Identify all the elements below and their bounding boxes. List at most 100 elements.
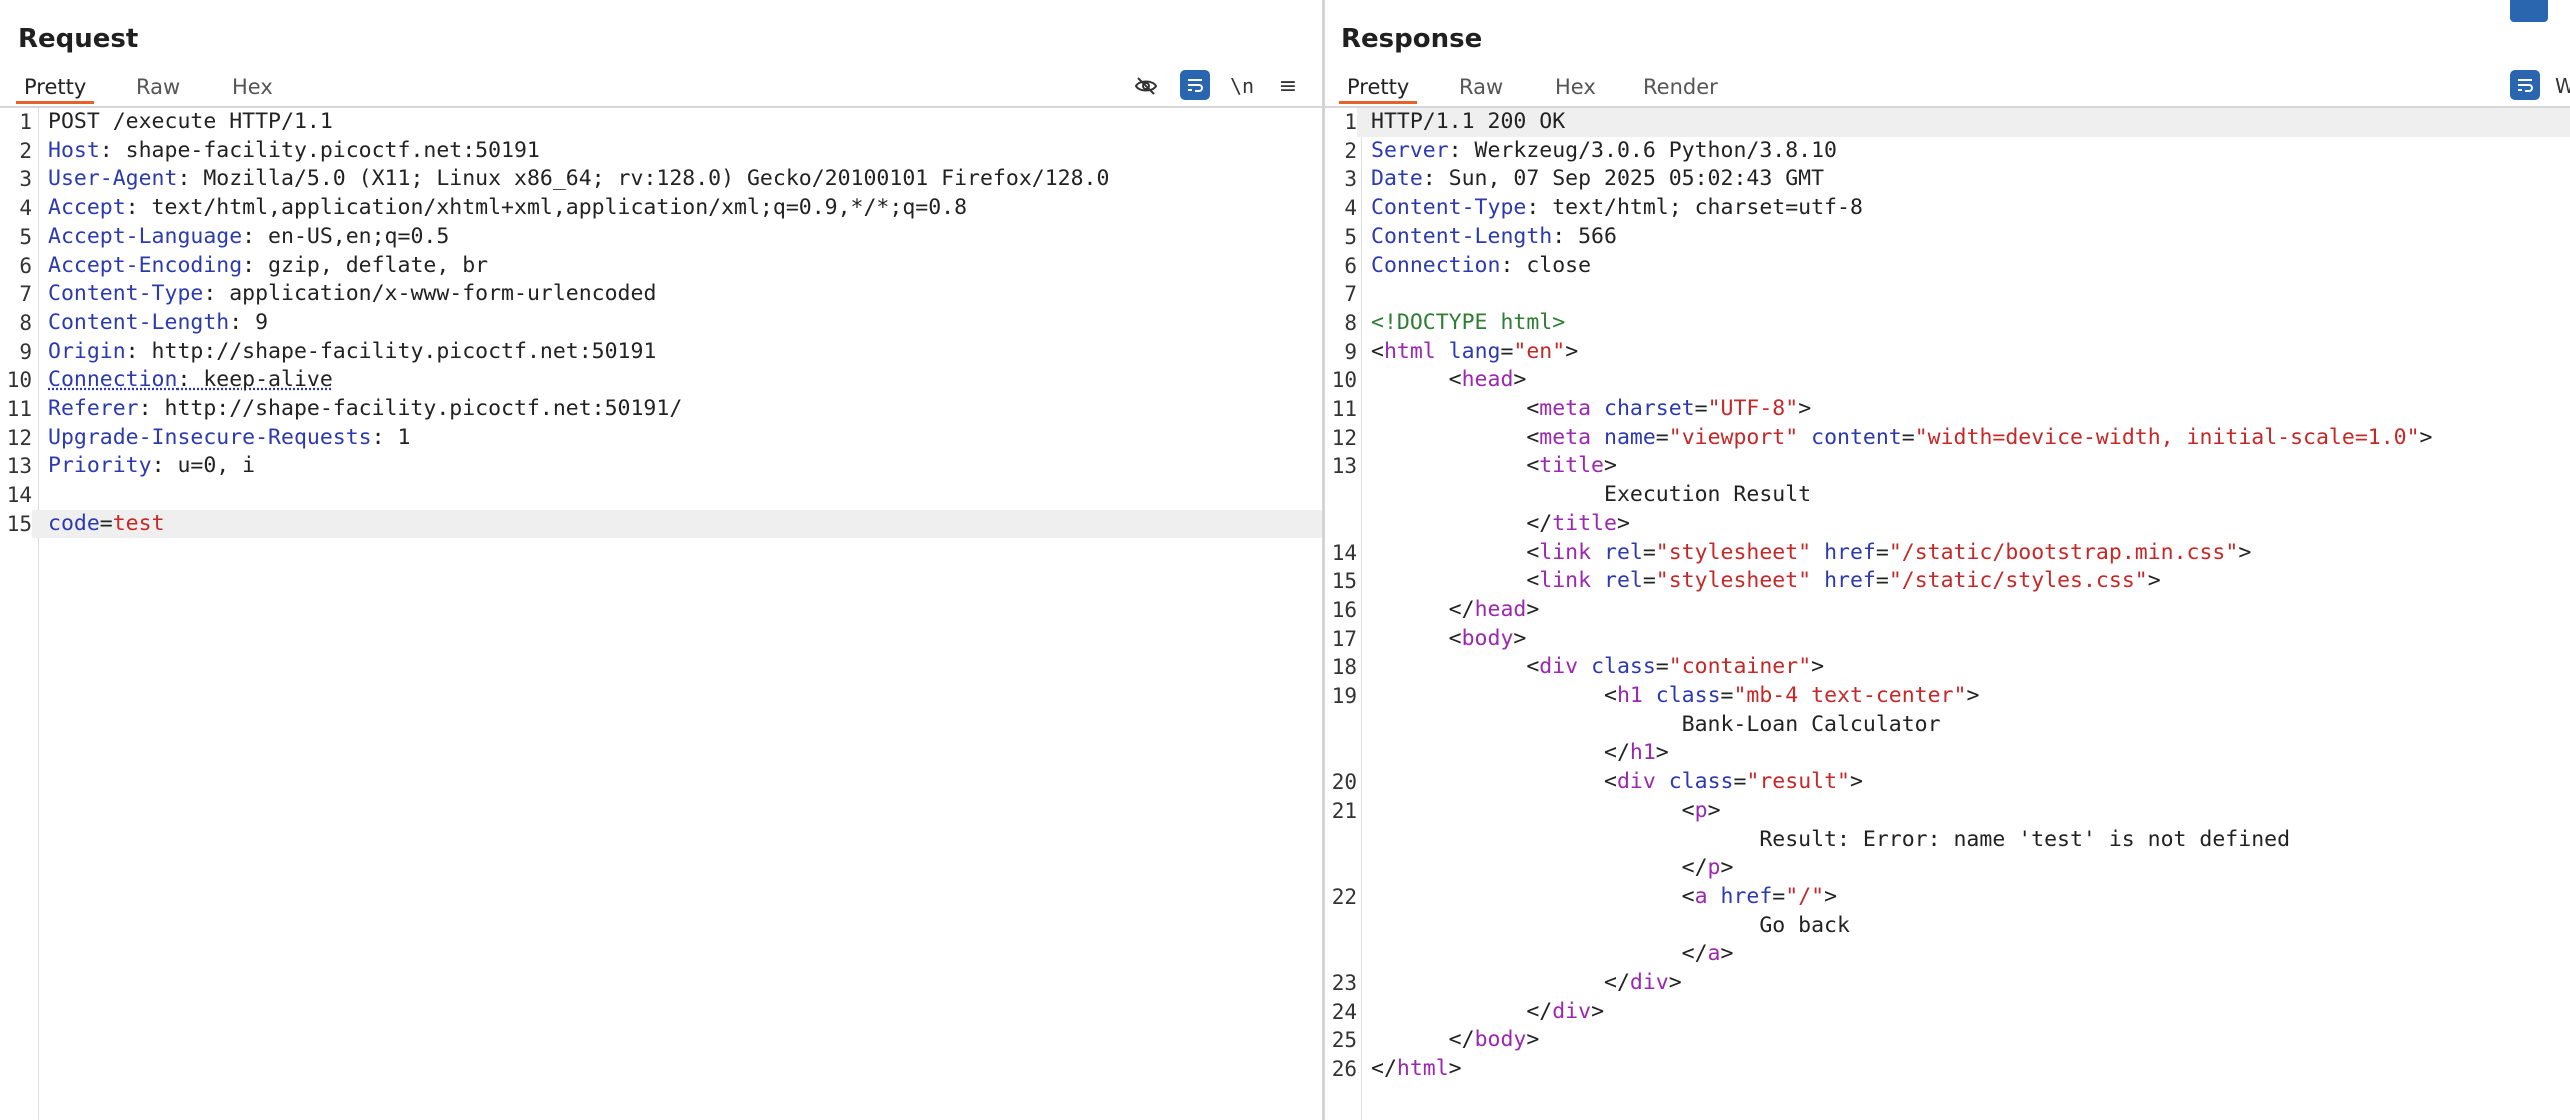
line-number: 11: [1331, 397, 1357, 421]
code-token: <: [1371, 683, 1617, 708]
code-token: </: [1371, 970, 1630, 995]
code-token: html: [1396, 1056, 1449, 1082]
line-content: Go back: [1371, 912, 1850, 941]
line-number: 21: [1331, 798, 1357, 823]
menu-icon[interactable]: ≡: [1272, 70, 1304, 102]
tab-hex[interactable]: Hex: [224, 70, 281, 104]
clipped-toolbar-label[interactable]: W: [2555, 70, 2570, 102]
code-token: div: [1552, 998, 1592, 1024]
line-content: POST /execute HTTP/1.1: [48, 108, 333, 137]
code-line: 9 <html lang="en">: [1325, 338, 2570, 367]
code-token: : en-US,en;q=0.5: [242, 223, 450, 249]
code-token: lang: [1435, 338, 1501, 364]
code-line: 13 Priority: u=0, i: [0, 452, 1322, 481]
code-line: 4 Accept: text/html,application/xhtml+xml…: [0, 194, 1322, 223]
response-title: Response: [1341, 24, 1483, 54]
layout-toggle-icon[interactable]: [2510, 0, 2548, 22]
request-title: Request: [18, 24, 139, 54]
code-line: 8 Content-Length: 9: [0, 309, 1322, 338]
code-line: Bank-Loan Calculator: [1325, 711, 2570, 740]
code-token: head: [1474, 596, 1527, 622]
line-content: </p>: [1371, 854, 1734, 883]
line-content: User-Agent: Mozilla/5.0 (X11; Linux x86_…: [48, 165, 1109, 194]
word-wrap-icon[interactable]: [2510, 70, 2540, 100]
code-token: Result: Error: name 'test' is not define…: [1371, 826, 2291, 852]
code-line: 14 <link rel="stylesheet" href="/static/…: [1325, 539, 2570, 568]
line-content: </h1>: [1371, 739, 1669, 768]
line-content: </div>: [1371, 969, 1682, 998]
line-number: 4: [1344, 196, 1357, 221]
code-line: 26 </html>: [1325, 1055, 2570, 1084]
request-tabs: Pretty Raw Hex \n ≡: [0, 64, 1322, 108]
code-line: 5 Content-Length: 566: [1325, 223, 2570, 252]
code-token: "width=device-width, initial-scale=1.0": [1914, 424, 2420, 450]
code-token: class: [1578, 654, 1656, 680]
tab-render[interactable]: Render: [1635, 70, 1726, 104]
line-number: 5: [1344, 224, 1357, 249]
code-token: content: [1798, 424, 1902, 450]
code-token: p: [1707, 855, 1721, 881]
code-token: Priority: [48, 453, 152, 479]
code-token: href: [1707, 883, 1773, 909]
code-line: 17 <body>: [1325, 625, 2570, 654]
code-token: >: [1720, 855, 1734, 881]
code-line: </a>: [1325, 940, 2570, 969]
line-number: 6: [1344, 253, 1357, 278]
line-content: Host: shape-facility.picoctf.net:50191: [48, 137, 540, 166]
tab-pretty[interactable]: Pretty: [1339, 70, 1418, 104]
code-token: "/": [1785, 883, 1825, 909]
line-number: 8: [19, 310, 32, 335]
tab-raw[interactable]: Raw: [1451, 70, 1511, 104]
line-content: Content-Length: 566: [1371, 223, 1617, 252]
tab-pretty[interactable]: Pretty: [16, 70, 95, 104]
line-number: 7: [19, 282, 32, 307]
code-token: >: [1616, 510, 1630, 536]
line-content: <h1 class="mb-4 text-center">: [1371, 682, 1979, 711]
tab-raw[interactable]: Raw: [128, 70, 188, 104]
code-token: h1: [1616, 683, 1643, 708]
code-token: : close: [1500, 252, 1592, 278]
code-token: =: [1655, 424, 1669, 450]
code-token: link: [1539, 568, 1592, 594]
code-token: >: [1811, 654, 1825, 680]
code-line: 12 Upgrade-Insecure-Requests: 1: [0, 424, 1322, 453]
code-token: : 9: [229, 309, 269, 335]
code-line: 16 </head>: [1325, 596, 2570, 625]
code-token: Upgrade-Insecure-Requests: [48, 424, 372, 450]
line-number: 1: [19, 110, 32, 134]
line-content: <meta charset="UTF-8">: [1371, 395, 1811, 424]
newline-icon[interactable]: \n: [1226, 70, 1258, 102]
line-number: 2: [1344, 138, 1357, 163]
code-token: <: [1371, 883, 1695, 909]
line-content: <link rel="stylesheet" href="/static/sty…: [1371, 567, 2160, 596]
line-number: 17: [1331, 626, 1357, 651]
code-token: body: [1461, 625, 1514, 651]
code-token: <: [1371, 625, 1462, 651]
line-number: 8: [1344, 310, 1357, 335]
line-number: 20: [1331, 770, 1357, 795]
tab-hex[interactable]: Hex: [1547, 70, 1604, 104]
line-number: 13: [1331, 454, 1357, 479]
line-number: 23: [1331, 971, 1357, 995]
code-token: =: [1500, 338, 1514, 364]
code-token: : Sun, 07 Sep 2025 05:02:43 GMT: [1422, 166, 1825, 192]
word-wrap-icon[interactable]: [1180, 70, 1210, 100]
code-line: 22 <a href="/">: [1325, 883, 2570, 912]
line-content: Server: Werkzeug/3.0.6 Python/3.8.10: [1371, 137, 1837, 166]
code-token: charset: [1591, 396, 1695, 421]
line-content: </a>: [1371, 940, 1734, 969]
line-content: Bank-Loan Calculator: [1371, 711, 1941, 740]
line-number: 3: [19, 167, 32, 192]
code-token: POST /execute HTTP/1.1: [48, 109, 333, 134]
eye-slash-icon[interactable]: [1130, 70, 1162, 102]
line-number: 1: [1325, 108, 1357, 137]
request-editor[interactable]: 1 POST /execute HTTP/1.1 2 Host: shape-faci…: [0, 108, 1322, 1120]
line-number: 10: [1331, 368, 1357, 393]
response-editor[interactable]: 1 HTTP/1.1 200 OK 2 Server: Werkzeug/3.0.6 …: [1325, 108, 2570, 1120]
code-token: >: [1720, 941, 1734, 967]
code-line: 25 </body>: [1325, 1026, 2570, 1055]
code-line: 8 <!DOCTYPE html>: [1325, 309, 2570, 338]
code-token: : http://shape-facility.picoctf.net:5019…: [138, 396, 683, 421]
line-number: 10: [6, 368, 32, 393]
code-token: =: [1720, 683, 1734, 708]
